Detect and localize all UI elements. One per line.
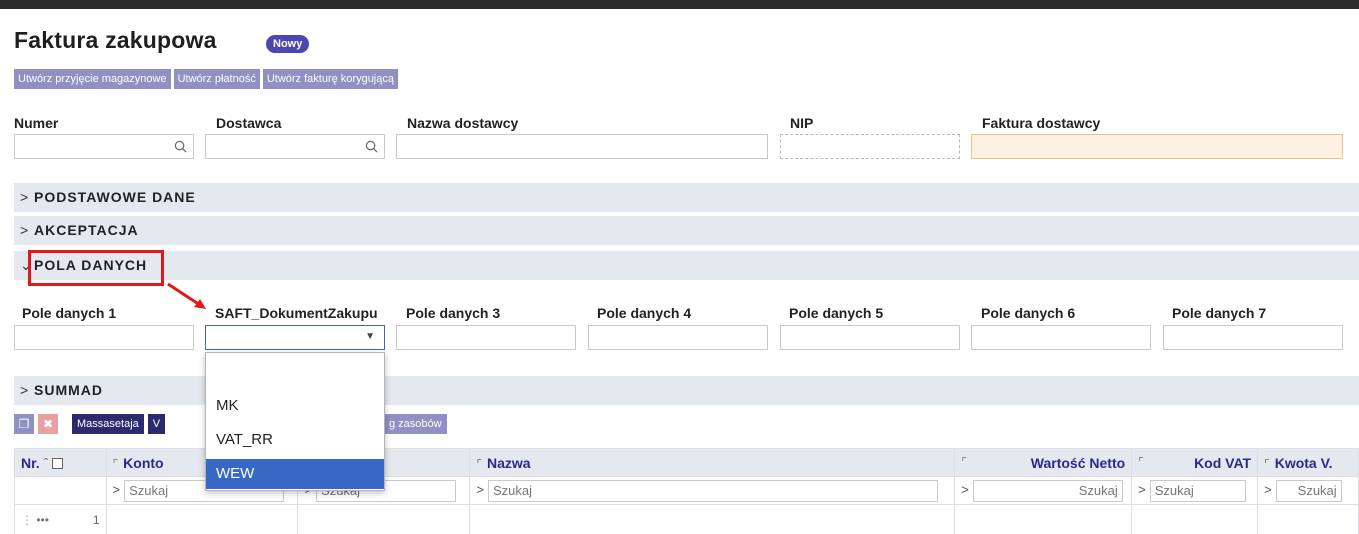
create-correction-button[interactable]: Utwórz fakturę korygującą: [262, 69, 398, 89]
chevron-right-icon: >: [20, 382, 29, 398]
header-konto-label: Konto: [123, 454, 164, 471]
search-input[interactable]: Szukaj: [1275, 479, 1342, 502]
header-kwota[interactable]: ⌜ Kwota V.: [1257, 448, 1359, 477]
zasoby-button[interactable]: g zasobów: [384, 414, 447, 434]
highlight-box: [28, 250, 164, 286]
chevron-right-icon: >: [1138, 482, 1146, 498]
delete-icon[interactable]: ✖: [38, 414, 58, 434]
sort-icon[interactable]: ˆ: [44, 455, 49, 471]
dropdown-option-empty[interactable]: [206, 355, 384, 385]
wrench-icon[interactable]: ⌜: [476, 457, 482, 471]
section-label: PODSTAWOWE DANE: [34, 189, 196, 205]
dropdown-option-mk[interactable]: MK: [206, 391, 384, 421]
cell-wartosc[interactable]: [954, 504, 1133, 534]
search-icon[interactable]: [174, 140, 187, 153]
table-row[interactable]: ⋮ ••• 1: [14, 504, 1359, 534]
pole-danych-7-input[interactable]: [1163, 325, 1343, 350]
row-number-cell: ⋮ ••• 1: [14, 504, 107, 534]
pole-danych-6-input[interactable]: [971, 325, 1151, 350]
numer-input[interactable]: [14, 134, 194, 159]
annotation-arrow-icon: [167, 282, 206, 309]
filter-nazwa[interactable]: > Szukaj: [469, 476, 956, 505]
create-receipt-button[interactable]: Utwórz przyjęcie magazynowe: [14, 69, 171, 89]
numer-label: Numer: [14, 115, 59, 131]
pole-danych-3-label: Pole danych 3: [406, 305, 501, 321]
cell-kod-vat[interactable]: [1131, 504, 1259, 534]
drag-handle-icon[interactable]: ⋮: [21, 513, 33, 527]
pole-danych-1-label: Pole danych 1: [22, 305, 117, 321]
section-label: AKCEPTACJA: [34, 222, 139, 238]
section-pola-danych[interactable]: ⌄ POLA DANYCH: [14, 251, 1359, 280]
pole-danych-1-input[interactable]: [14, 325, 194, 350]
create-payment-button[interactable]: Utwórz płatność: [173, 69, 260, 89]
nip-input: [780, 134, 960, 159]
header-kod-vat[interactable]: ⌜ Kod VAT: [1131, 448, 1259, 477]
pole-danych-7-label: Pole danych 7: [1172, 305, 1267, 321]
chevron-right-icon: >: [20, 222, 29, 238]
saft-dokument-label: SAFT_DokumentZakupu: [215, 305, 378, 321]
pole-danych-4-label: Pole danych 4: [597, 305, 692, 321]
nazwa-dostawcy-input[interactable]: [396, 134, 768, 159]
pole-danych-6-label: Pole danych 6: [981, 305, 1076, 321]
nazwa-dostawcy-label: Nazwa dostawcy: [407, 115, 519, 131]
massasetaja-button[interactable]: Massasetaja: [72, 414, 144, 434]
wrench-icon[interactable]: ⌜: [961, 455, 967, 469]
partial-button[interactable]: V: [147, 414, 166, 434]
dropdown-option-vat-rr[interactable]: VAT_RR: [206, 425, 384, 455]
pole-danych-4-input[interactable]: [588, 325, 768, 350]
grid-toolbar: ❐ ✖ Massasetaja V: [14, 414, 166, 434]
nip-label: NIP: [790, 115, 814, 131]
filter-kwota[interactable]: > Szukaj: [1257, 476, 1359, 505]
header-nr-label: Nr.: [21, 454, 40, 471]
saft-dropdown-list: MK VAT_RR WEW: [205, 352, 385, 491]
pole-danych-5-label: Pole danych 5: [789, 305, 884, 321]
dostawca-label: Dostawca: [216, 115, 282, 131]
chevron-right-icon: >: [476, 482, 484, 498]
search-input[interactable]: Szukaj: [487, 479, 938, 502]
dropdown-option-wew[interactable]: WEW: [206, 459, 384, 489]
cell-nazwa[interactable]: [469, 504, 956, 534]
pole-danych-5-input[interactable]: [780, 325, 960, 350]
top-bar: [0, 0, 1359, 9]
copy-icon[interactable]: ❐: [14, 414, 34, 434]
filter-kod-vat[interactable]: > Szukaj: [1131, 476, 1259, 505]
section-akceptacja[interactable]: > AKCEPTACJA: [14, 216, 1359, 245]
wrench-icon[interactable]: ⌜: [113, 457, 119, 471]
saft-dokument-select[interactable]: ▼: [205, 325, 385, 350]
action-buttons: Utwórz przyjęcie magazynowe Utwórz płatn…: [14, 69, 398, 89]
wrench-icon[interactable]: ⌜: [1264, 457, 1270, 471]
more-icon[interactable]: •••: [36, 513, 49, 527]
header-kwota-label: Kwota V.: [1274, 454, 1333, 471]
select-all-checkbox[interactable]: [52, 458, 64, 470]
filter-wartosc[interactable]: > Szukaj: [954, 476, 1133, 505]
chevron-right-icon: >: [961, 482, 969, 498]
cell-kwota[interactable]: [1257, 504, 1359, 534]
pole-danych-3-input[interactable]: [396, 325, 576, 350]
header-wartosc-label: Wartość Netto: [1030, 454, 1126, 471]
chevron-right-icon: >: [112, 482, 121, 498]
search-input[interactable]: Szukaj: [972, 479, 1123, 502]
wrench-icon[interactable]: ⌜: [1138, 455, 1144, 469]
header-nazwa-label: Nazwa: [486, 454, 531, 471]
search-input[interactable]: Szukaj: [1149, 479, 1246, 502]
section-label: SUMMAD: [34, 382, 103, 398]
cell-blank[interactable]: [297, 504, 471, 534]
header-nazwa[interactable]: ⌜ Nazwa: [469, 448, 956, 477]
page-title: Faktura zakupowa: [14, 27, 217, 53]
dostawca-input[interactable]: [205, 134, 385, 159]
cell-konto[interactable]: [105, 504, 299, 534]
dropdown-arrow-icon: ▼: [365, 331, 375, 342]
header-wartosc[interactable]: ⌜ Wartość Netto: [954, 448, 1133, 477]
header-kod-vat-label: Kod VAT: [1194, 454, 1252, 471]
chevron-right-icon: >: [20, 189, 29, 205]
faktura-dostawcy-label: Faktura dostawcy: [982, 115, 1101, 131]
section-podstawowe-dane[interactable]: > PODSTAWOWE DANE: [14, 183, 1359, 212]
faktura-dostawcy-input[interactable]: [971, 134, 1343, 159]
row-number: 1: [92, 512, 100, 527]
chevron-right-icon: >: [1264, 482, 1272, 498]
status-badge: Nowy: [266, 35, 310, 53]
search-icon[interactable]: [365, 140, 378, 153]
filter-nr: [14, 476, 107, 505]
header-nr[interactable]: Nr. ˆ: [14, 448, 107, 477]
